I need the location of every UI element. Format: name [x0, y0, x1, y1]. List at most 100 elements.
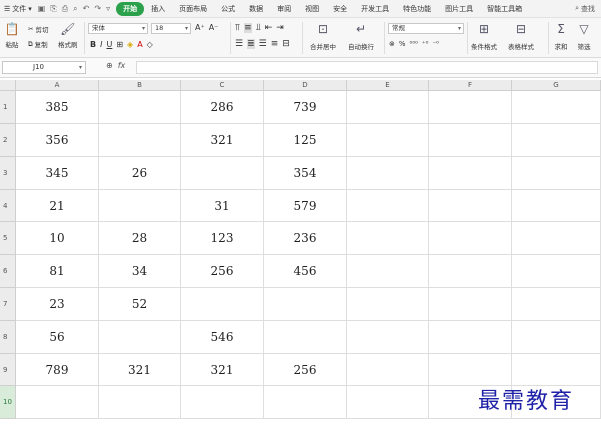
cell-c3[interactable] — [181, 157, 264, 190]
name-box[interactable]: J10 ▾ — [2, 61, 86, 74]
cell-c4[interactable]: 31 — [181, 190, 264, 222]
cell-b10[interactable] — [99, 386, 181, 419]
cell-f7[interactable] — [429, 288, 512, 321]
cell-f9[interactable] — [429, 354, 512, 386]
cell-a3[interactable]: 345 — [16, 157, 99, 190]
cell-g6[interactable] — [512, 255, 601, 288]
customize-icon[interactable]: ▿ — [106, 4, 110, 14]
export-pdf-icon[interactable]: ⎘ — [50, 4, 56, 14]
cell-c7[interactable] — [181, 288, 264, 321]
format-painter-button[interactable]: 🖌 格式刷 — [58, 22, 78, 49]
cell-d9[interactable]: 256 — [264, 354, 347, 386]
font-color-icon[interactable]: A — [137, 40, 142, 49]
cell-a4[interactable]: 21 — [16, 190, 99, 222]
tab-3[interactable]: 公式 — [214, 2, 242, 16]
file-menu[interactable]: ☰ 文件 ▾ — [0, 4, 32, 14]
cell-b5[interactable]: 28 — [99, 222, 181, 255]
cell-g9[interactable] — [512, 354, 601, 386]
align-bottom-icon[interactable]: ⫫ — [256, 23, 261, 33]
cell-a8[interactable]: 56 — [16, 321, 99, 354]
cell-a6[interactable]: 81 — [16, 255, 99, 288]
tab-2[interactable]: 页面布局 — [172, 2, 214, 16]
print-preview-icon[interactable]: ⌕ — [73, 4, 77, 14]
cell-g3[interactable] — [512, 157, 601, 190]
cell-b2[interactable] — [99, 124, 181, 157]
cell-d5[interactable]: 236 — [264, 222, 347, 255]
cell-b4[interactable] — [99, 190, 181, 222]
cell-b1[interactable] — [99, 91, 181, 124]
cell-a5[interactable]: 10 — [16, 222, 99, 255]
conditional-format-button[interactable]: ⊞ 条件格式 — [471, 22, 497, 51]
cell-a2[interactable]: 356 — [16, 124, 99, 157]
number-format-select[interactable]: 常规 ▾ — [388, 23, 464, 34]
cell-a10[interactable] — [16, 386, 99, 419]
tab-1[interactable]: 插入 — [144, 2, 172, 16]
tab-4[interactable]: 数据 — [242, 2, 270, 16]
cell-e7[interactable] — [347, 288, 429, 321]
justify-icon[interactable]: ≡ — [271, 39, 279, 49]
cell-d2[interactable]: 125 — [264, 124, 347, 157]
decrease-font-icon[interactable]: A⁻ — [209, 23, 219, 32]
row-header-5[interactable]: 5 — [0, 222, 16, 255]
align-middle-icon[interactable]: ≡ — [244, 23, 252, 33]
search-button[interactable]: ⌕ 查找 — [575, 4, 595, 14]
cell-e10[interactable] — [347, 386, 429, 419]
cell-f2[interactable] — [429, 124, 512, 157]
row-header-10[interactable]: 10 — [0, 386, 16, 419]
font-size-select[interactable]: 18 ▾ — [151, 23, 191, 34]
align-left-icon[interactable]: ☰ — [235, 39, 243, 49]
cell-a1[interactable]: 385 — [16, 91, 99, 124]
cell-f6[interactable] — [429, 255, 512, 288]
clear-format-icon[interactable]: ◇ — [147, 40, 153, 49]
indent-decrease-icon[interactable]: ⇤ — [265, 23, 273, 33]
cell-e2[interactable] — [347, 124, 429, 157]
increase-decimal-icon[interactable]: ⁺⁰ — [422, 40, 429, 48]
font-name-select[interactable]: 宋体 ▾ — [88, 23, 148, 34]
row-header-4[interactable]: 4 — [0, 190, 16, 222]
cell-c8[interactable]: 546 — [181, 321, 264, 354]
row-header-7[interactable]: 7 — [0, 288, 16, 321]
redo-icon[interactable]: ↷ — [94, 4, 101, 14]
tab-8[interactable]: 开发工具 — [354, 2, 396, 16]
fx-label[interactable]: fx — [118, 61, 126, 70]
cell-b6[interactable]: 34 — [99, 255, 181, 288]
currency-icon[interactable]: ⊗ — [389, 40, 395, 48]
distribute-icon[interactable]: ⊟ — [282, 39, 290, 49]
cell-c9[interactable]: 321 — [181, 354, 264, 386]
cell-d4[interactable]: 579 — [264, 190, 347, 222]
print-icon[interactable]: ⎙ — [62, 4, 68, 14]
cell-f8[interactable] — [429, 321, 512, 354]
cell-c10[interactable] — [181, 386, 264, 419]
cell-b9[interactable]: 321 — [99, 354, 181, 386]
formula-input[interactable] — [136, 61, 598, 74]
row-header-9[interactable]: 9 — [0, 354, 16, 386]
column-header-d[interactable]: D — [264, 80, 347, 91]
tab-7[interactable]: 安全 — [326, 2, 354, 16]
tab-6[interactable]: 视图 — [298, 2, 326, 16]
cell-e8[interactable] — [347, 321, 429, 354]
cell-c6[interactable]: 256 — [181, 255, 264, 288]
cell-f5[interactable] — [429, 222, 512, 255]
row-header-6[interactable]: 6 — [0, 255, 16, 288]
cell-e6[interactable] — [347, 255, 429, 288]
tab-11[interactable]: 智能工具箱 — [480, 2, 529, 16]
save-icon[interactable]: ▣ — [38, 4, 46, 14]
thousands-icon[interactable]: ⁰⁰⁰ — [410, 40, 418, 48]
cell-c2[interactable]: 321 — [181, 124, 264, 157]
cell-g8[interactable] — [512, 321, 601, 354]
select-all-corner[interactable] — [0, 80, 16, 91]
border-icon[interactable]: ⊞ — [116, 40, 123, 49]
cell-d6[interactable]: 456 — [264, 255, 347, 288]
cell-a9[interactable]: 789 — [16, 354, 99, 386]
cell-f4[interactable] — [429, 190, 512, 222]
cell-e5[interactable] — [347, 222, 429, 255]
column-header-a[interactable]: A — [16, 80, 99, 91]
cell-b7[interactable]: 52 — [99, 288, 181, 321]
column-header-e[interactable]: E — [347, 80, 429, 91]
cell-d8[interactable] — [264, 321, 347, 354]
underline-icon[interactable]: U — [106, 40, 112, 49]
row-header-2[interactable]: 2 — [0, 124, 16, 157]
decrease-decimal-icon[interactable]: ⁻⁰ — [432, 40, 439, 48]
cell-a7[interactable]: 23 — [16, 288, 99, 321]
column-header-g[interactable]: G — [512, 80, 601, 91]
